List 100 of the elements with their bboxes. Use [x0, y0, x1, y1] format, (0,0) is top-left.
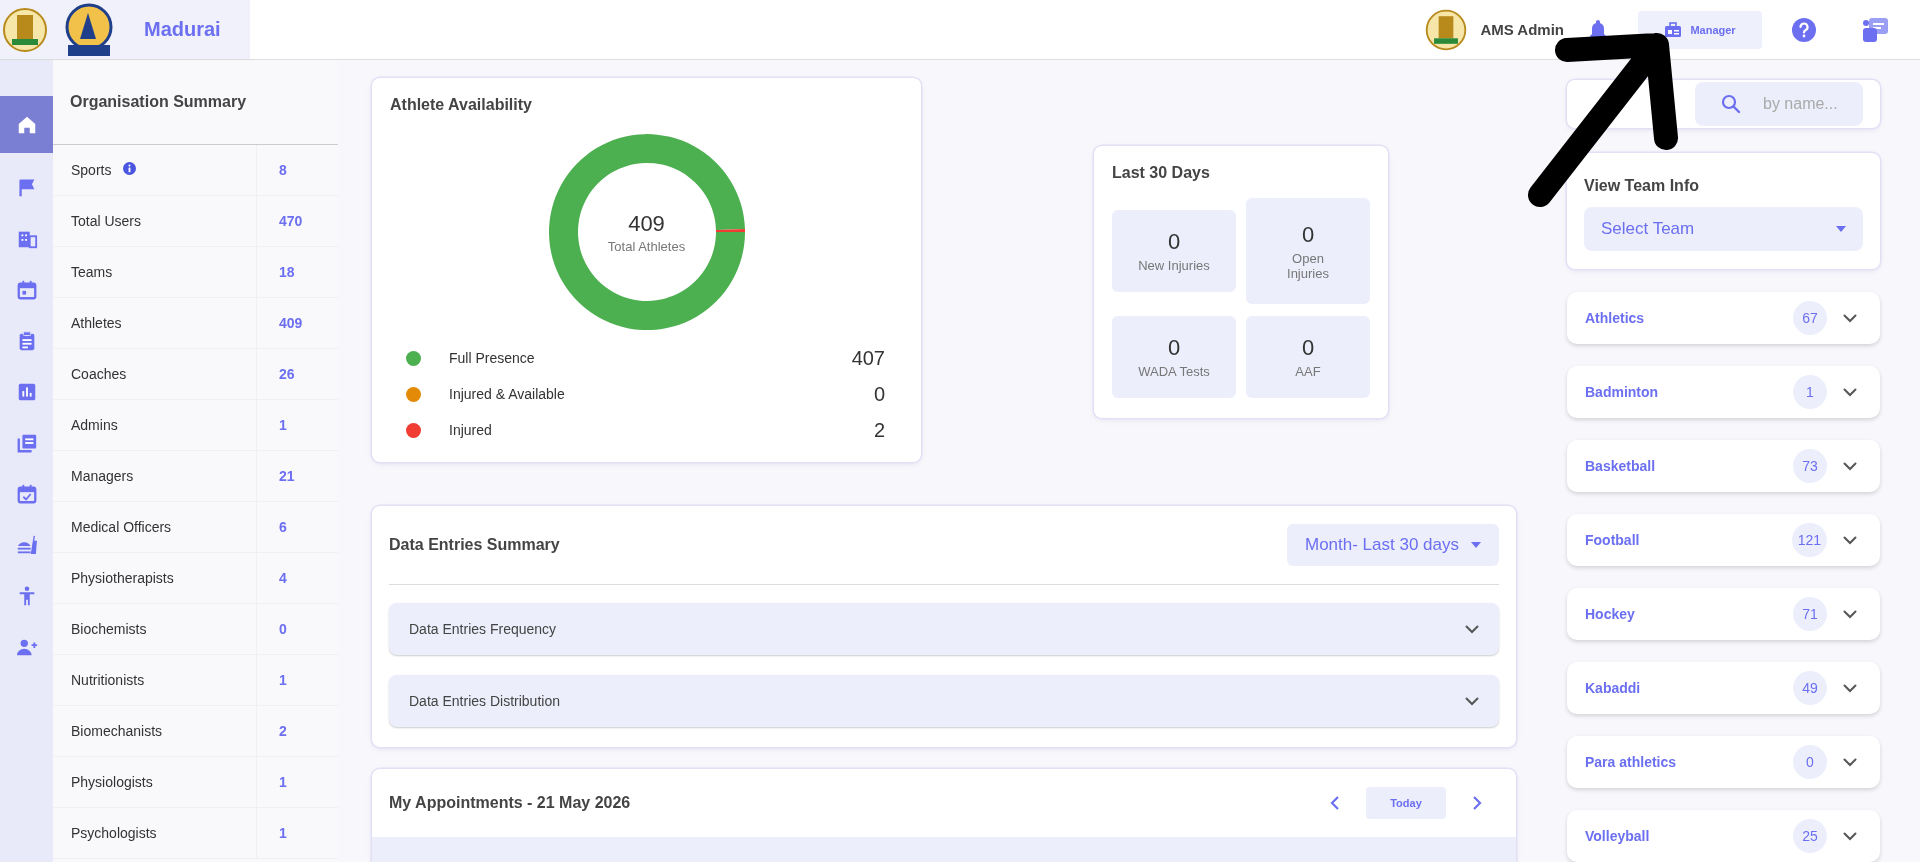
- legend-label: Injured: [449, 422, 493, 438]
- today-button[interactable]: Today: [1366, 787, 1446, 819]
- organisation-name: Madurai: [144, 18, 221, 41]
- card-title: My Appointments - 21 May 2026: [389, 794, 632, 812]
- role-button[interactable]: Manager: [1638, 10, 1762, 49]
- count-badge: 25: [1793, 819, 1827, 853]
- team-name: Football: [1585, 532, 1641, 548]
- search-icon: [1721, 94, 1741, 114]
- caret-icon: [1836, 226, 1846, 232]
- summary-label: Coaches: [71, 366, 127, 382]
- summary-value: 8: [278, 161, 287, 180]
- count-badge: 67: [1793, 301, 1827, 335]
- total-label: Total Athletes: [607, 238, 686, 254]
- info-icon[interactable]: [123, 162, 137, 175]
- team-name: Athletics: [1585, 310, 1646, 326]
- summary-value: 18: [278, 263, 295, 282]
- summary-label: Psychologists: [71, 825, 157, 841]
- summary-value: 1: [278, 671, 287, 690]
- stat-value: 0: [1167, 335, 1181, 361]
- chevron-down-icon: [1843, 609, 1857, 619]
- summary-value: 26: [278, 365, 295, 384]
- summary-value: 1: [278, 416, 287, 435]
- chevron-down-icon: [1843, 313, 1857, 323]
- accordion-header[interactable]: Data Entries Frequency: [389, 603, 1499, 655]
- team-name: Para athletics: [1585, 754, 1678, 770]
- id-card-icon: [1664, 21, 1683, 38]
- user-name: AMS Admin: [1480, 21, 1564, 38]
- panel-title: Organisation Summary: [53, 60, 338, 145]
- count-badge: 49: [1793, 671, 1827, 705]
- team-row[interactable]: Badminton 1: [1567, 366, 1880, 418]
- card-title: Athlete Availability: [390, 96, 533, 114]
- legend-value: 0: [873, 382, 885, 406]
- team-select[interactable]: Select Team: [1584, 207, 1863, 251]
- chevron-down-icon: [1843, 757, 1857, 767]
- summary-value: 0: [278, 620, 287, 639]
- card-title: View Team Info: [1584, 177, 1700, 195]
- chevron-down-icon: [1843, 535, 1857, 545]
- summary-label: Managers: [71, 468, 134, 484]
- count-badge: 73: [1793, 449, 1827, 483]
- summary-label: Total Users: [71, 213, 142, 229]
- count-badge: 1: [1793, 375, 1827, 409]
- summary-label: Nutritionists: [71, 672, 145, 688]
- chevron-down-icon: [1843, 683, 1857, 693]
- caret-icon: [1471, 542, 1481, 548]
- chevron-down-icon: [1465, 696, 1479, 706]
- legend-label: Full Presence: [449, 350, 536, 366]
- summary-label: Biomechanists: [71, 723, 163, 739]
- chevron-down-icon: [1465, 624, 1479, 634]
- stat-value: 0: [1301, 221, 1315, 248]
- team-name: Basketball: [1585, 458, 1657, 474]
- legend-value: 407: [851, 346, 885, 370]
- calendar-icon: [15, 278, 38, 301]
- summary-value: 409: [278, 314, 303, 333]
- summary-label: Biochemists: [71, 621, 147, 637]
- search-field[interactable]: by name...: [1695, 82, 1863, 126]
- stat-value: 0: [1167, 229, 1181, 255]
- team-row[interactable]: Volleyball 25: [1567, 810, 1880, 862]
- team-name: Badminton: [1585, 384, 1660, 400]
- food-icon: [15, 533, 38, 556]
- summary-label: Sports: [71, 162, 112, 178]
- chevron-down-icon: [1843, 461, 1857, 471]
- summary-value: 2: [278, 722, 287, 741]
- summary-label: Athletes: [71, 315, 122, 331]
- count-badge: 71: [1793, 597, 1827, 631]
- summary-value: 1: [278, 773, 287, 792]
- nav-item[interactable]: [0, 96, 53, 153]
- card-title: Data Entries Summary: [389, 536, 560, 554]
- team-name: Kabaddi: [1585, 680, 1642, 696]
- summary-label: Physiologists: [71, 774, 153, 790]
- count-badge: 121: [1791, 523, 1827, 557]
- summary-value: 6: [278, 518, 287, 537]
- chevron-right-icon: [1472, 795, 1482, 811]
- calendar-check-icon: [15, 482, 38, 505]
- summary-value: 470: [278, 212, 303, 231]
- chevron-left-icon: [1330, 795, 1340, 811]
- team-row[interactable]: Basketball 73: [1567, 440, 1880, 492]
- stat-label: New Injuries: [1138, 258, 1210, 273]
- stat-label: AAF: [1295, 364, 1321, 379]
- help-icon[interactable]: [1792, 17, 1816, 42]
- summary-label: Admins: [71, 417, 118, 433]
- summary-value: 21: [278, 467, 295, 486]
- chevron-down-icon: [1843, 831, 1857, 841]
- stat-value: 0: [1301, 335, 1315, 361]
- team-row[interactable]: Kabaddi 49: [1567, 662, 1880, 714]
- team-row[interactable]: Athletics 67: [1567, 292, 1880, 344]
- search-input[interactable]: by name...: [1761, 94, 1855, 114]
- total-count: 409: [628, 210, 665, 237]
- team-row[interactable]: Para athletics 0: [1567, 736, 1880, 788]
- team-name: Volleyball: [1585, 828, 1651, 844]
- legend-value: 2: [873, 418, 885, 442]
- summary-value: 1: [278, 824, 287, 843]
- stat-label: WADA Tests: [1138, 364, 1210, 379]
- team-row[interactable]: Football 121: [1567, 514, 1880, 566]
- chevron-down-icon: [1843, 387, 1857, 397]
- team-row[interactable]: Hockey 71: [1567, 588, 1880, 640]
- accordion-header[interactable]: Data Entries Distribution: [389, 675, 1499, 727]
- count-badge: 0: [1793, 745, 1827, 779]
- card-title: Last 30 Days: [1112, 164, 1211, 182]
- summary-value: 4: [278, 569, 287, 588]
- period-dropdown[interactable]: Month- Last 30 days: [1286, 524, 1499, 566]
